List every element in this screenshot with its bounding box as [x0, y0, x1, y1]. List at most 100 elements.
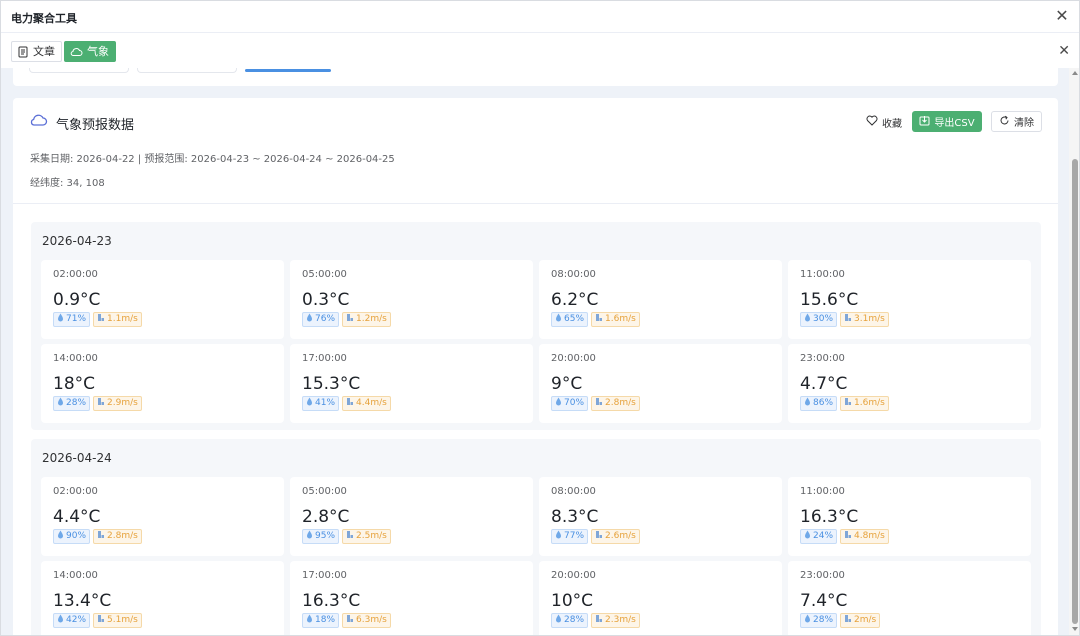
window-close-button[interactable]: ✕ — [1053, 6, 1071, 26]
clear-button[interactable]: 清除 — [991, 111, 1042, 132]
content-scroll-area: 气象预报数据 采集日期: 2026-04-22 | 预报范围: 2026-04-… — [1, 68, 1069, 635]
humidity-badge: 28% — [800, 613, 838, 628]
slot-time: 14:00:00 — [53, 353, 98, 364]
export-csv-label: 导出CSV — [934, 118, 975, 129]
slot-time: 14:00:00 — [53, 570, 98, 581]
slot-time: 02:00:00 — [53, 269, 98, 280]
humidity-value: 28% — [813, 615, 834, 625]
humidity-badge: 30% — [800, 312, 838, 327]
droplet-icon — [306, 397, 313, 411]
wind-value: 1.6m/s — [854, 398, 885, 408]
wind-badge: 4.8m/s — [840, 529, 889, 544]
slot-time: 05:00:00 — [302, 269, 347, 280]
wind-value: 2.8m/s — [107, 531, 138, 541]
wind-icon — [844, 530, 852, 544]
coordinates-info: 经纬度: 34, 108 — [30, 178, 105, 189]
humidity-badge: 90% — [53, 529, 91, 544]
humidity-badge: 95% — [302, 529, 340, 544]
slot-time: 20:00:00 — [551, 570, 596, 581]
humidity-badge: 71% — [53, 312, 91, 327]
wind-value: 4.8m/s — [854, 531, 885, 541]
wind-value: 2.8m/s — [605, 398, 636, 408]
slot-temperature: 9°C — [551, 374, 583, 394]
scroll-down-arrow-icon[interactable] — [1072, 627, 1078, 631]
day-section: 2026-04-23 02:00:00 0.9°C 71% 1.1m/s 05:… — [31, 222, 1041, 430]
humidity-badge: 86% — [800, 396, 838, 411]
droplet-icon — [57, 530, 64, 544]
forecast-slot: 17:00:00 15.3°C 41% 4.4m/s — [290, 344, 533, 423]
export-csv-button[interactable]: 导出CSV — [912, 111, 982, 132]
forecast-slot: 08:00:00 8.3°C 77% 2.6m/s — [539, 477, 782, 556]
slot-temperature: 16.3°C — [302, 591, 361, 611]
slot-temperature: 15.6°C — [800, 290, 859, 310]
humidity-value: 30% — [813, 314, 834, 324]
wind-value: 4.4m/s — [356, 398, 387, 408]
humidity-value: 70% — [564, 398, 585, 408]
humidity-value: 95% — [315, 531, 336, 541]
cloud-icon — [70, 46, 83, 58]
droplet-icon — [804, 614, 811, 628]
wind-icon — [844, 397, 852, 411]
slot-temperature: 4.7°C — [800, 374, 848, 394]
wind-icon — [346, 530, 354, 544]
forecast-slot: 11:00:00 15.6°C 30% 3.1m/s — [788, 260, 1031, 339]
previous-button[interactable] — [137, 68, 237, 73]
wind-badge: 1.6m/s — [840, 396, 889, 411]
wind-badge: 3.1m/s — [840, 312, 889, 327]
slot-time: 11:00:00 — [800, 269, 845, 280]
wind-value: 5.1m/s — [107, 615, 138, 625]
slot-temperature: 7.4°C — [800, 591, 848, 611]
humidity-badge: 77% — [551, 529, 589, 544]
refresh-icon — [999, 115, 1010, 129]
slot-temperature: 15.3°C — [302, 374, 361, 394]
droplet-icon — [306, 530, 313, 544]
wind-icon — [844, 313, 852, 327]
wind-badge: 2.6m/s — [591, 529, 640, 544]
forecast-slot: 08:00:00 6.2°C 65% 1.6m/s — [539, 260, 782, 339]
slot-temperature: 2.8°C — [302, 507, 350, 527]
forecast-slot: 20:00:00 9°C 70% 2.8m/s — [539, 344, 782, 423]
humidity-badge: 28% — [551, 613, 589, 628]
forecast-slot: 02:00:00 0.9°C 71% 1.1m/s — [41, 260, 284, 339]
droplet-icon — [306, 614, 313, 628]
droplet-icon — [555, 530, 562, 544]
tabs-close-button[interactable]: ✕ — [1058, 43, 1070, 59]
slot-time: 08:00:00 — [551, 486, 596, 497]
wind-value: 1.6m/s — [605, 314, 636, 324]
wind-icon — [346, 397, 354, 411]
forecast-slot: 05:00:00 2.8°C 95% 2.5m/s — [290, 477, 533, 556]
collection-info: 采集日期: 2026-04-22 | 预报范围: 2026-04-23 ~ 20… — [30, 154, 395, 165]
scrollbar-thumb[interactable] — [1072, 159, 1078, 624]
droplet-icon — [555, 614, 562, 628]
tab-article-label: 文章 — [33, 45, 55, 58]
slot-time: 17:00:00 — [302, 353, 347, 364]
forecast-slot: 14:00:00 13.4°C 42% 5.1m/s — [41, 561, 284, 635]
humidity-value: 28% — [66, 398, 87, 408]
panel-title: 气象预报数据 — [56, 118, 135, 133]
slot-temperature: 13.4°C — [53, 591, 112, 611]
slot-temperature: 0.3°C — [302, 290, 350, 310]
tab-weather[interactable]: 气象 — [64, 41, 116, 62]
wind-value: 1.2m/s — [356, 314, 387, 324]
wind-badge: 5.1m/s — [93, 613, 142, 628]
slot-temperature: 18°C — [53, 374, 96, 394]
wind-icon — [97, 530, 105, 544]
favorite-button[interactable]: 收藏 — [866, 112, 902, 132]
slot-time: 11:00:00 — [800, 486, 845, 497]
wind-icon — [346, 313, 354, 327]
cloud-icon — [29, 112, 49, 132]
humidity-value: 86% — [813, 398, 834, 408]
droplet-icon — [804, 530, 811, 544]
wind-icon — [595, 530, 603, 544]
slot-time: 23:00:00 — [800, 570, 845, 581]
tab-article[interactable]: 文章 — [11, 41, 62, 62]
humidity-value: 76% — [315, 314, 336, 324]
slot-time: 05:00:00 — [302, 486, 347, 497]
wind-icon — [595, 313, 603, 327]
slot-temperature: 10°C — [551, 591, 594, 611]
previous-button[interactable] — [29, 68, 129, 73]
droplet-icon — [57, 614, 64, 628]
tab-bar: 文章 气象 ✕ — [1, 34, 1079, 68]
app-window: 电力聚合工具 ✕ 文章 气象 ✕ 气象预报数据 采集日期: 2026-04-22… — [0, 0, 1080, 636]
scroll-up-arrow-icon[interactable] — [1072, 71, 1078, 75]
